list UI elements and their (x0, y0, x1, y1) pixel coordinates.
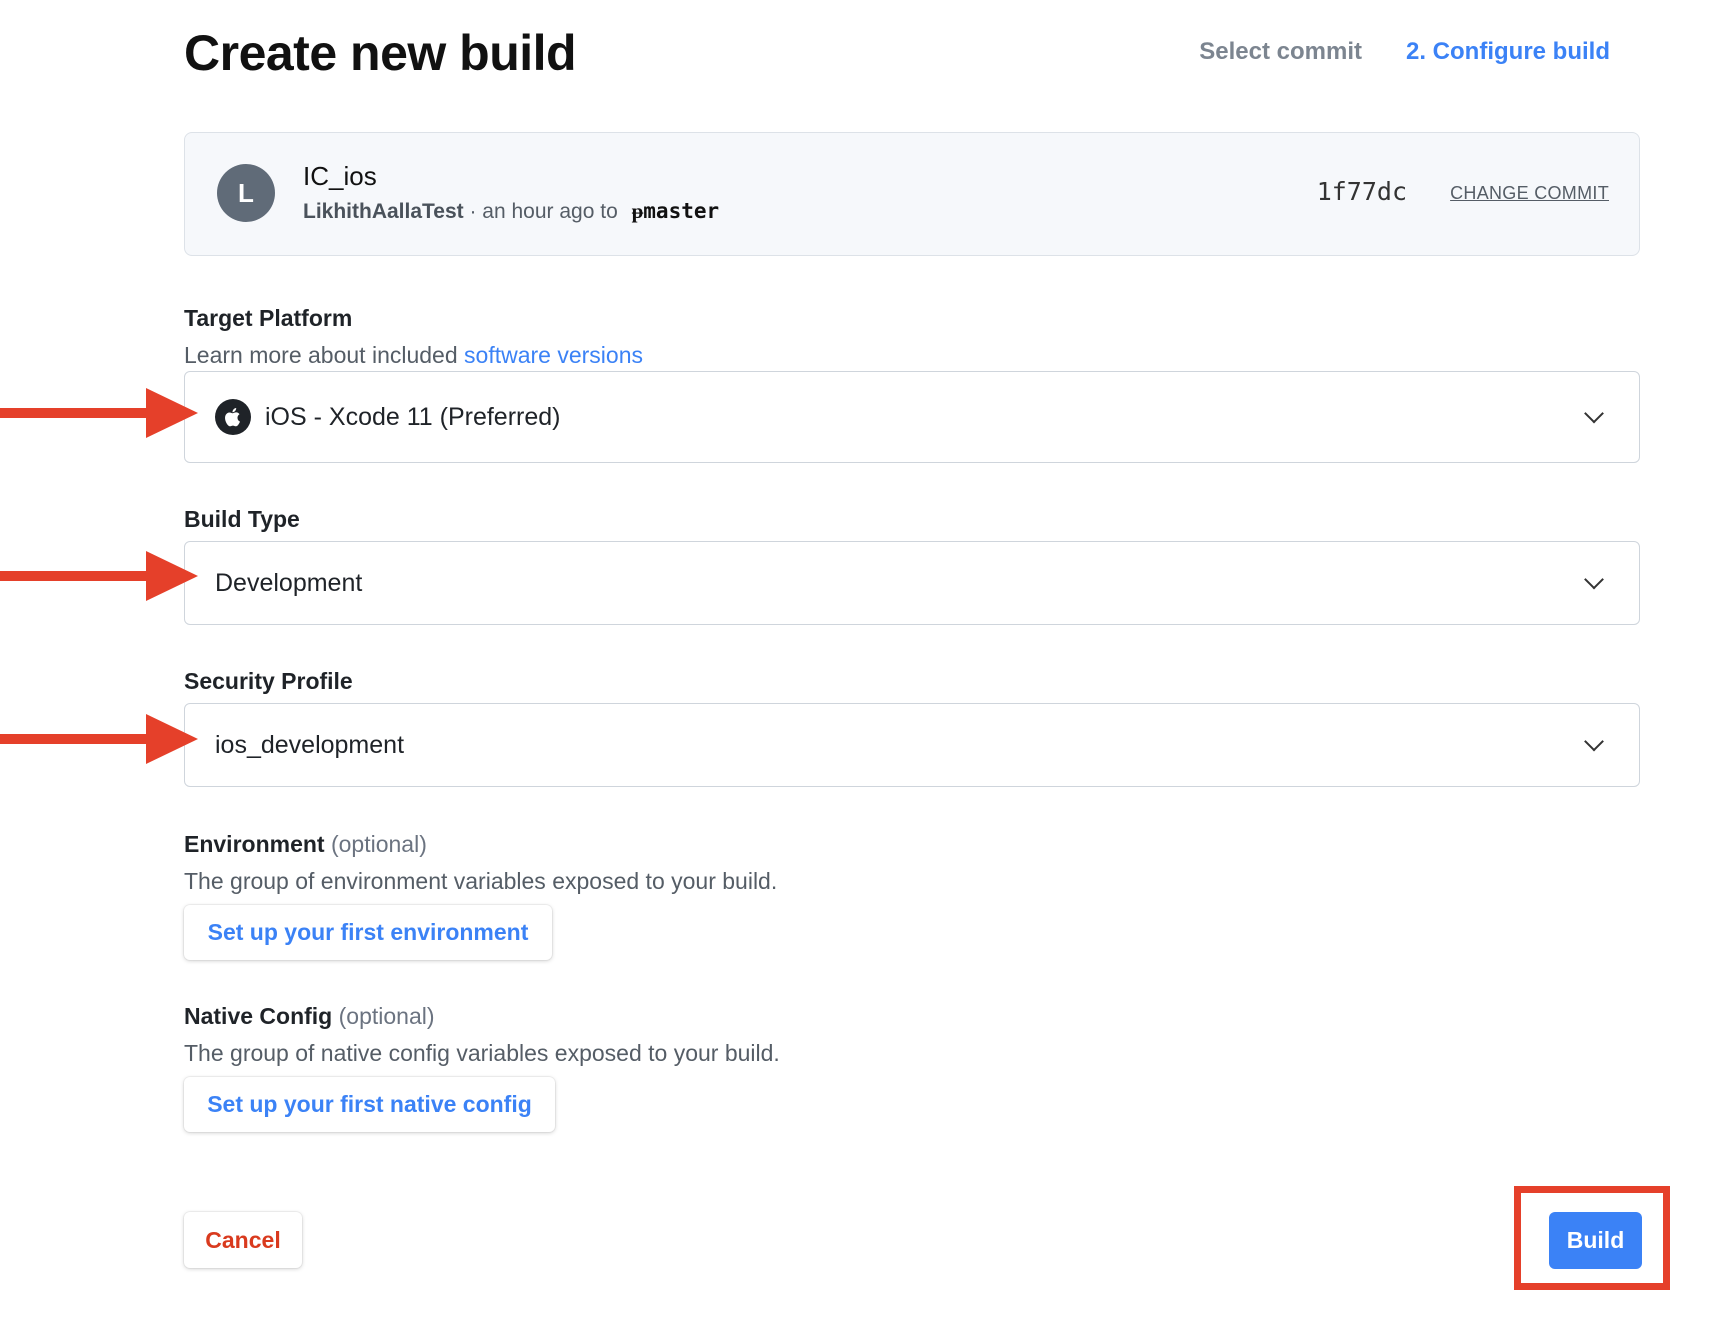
cancel-button[interactable]: Cancel (184, 1212, 302, 1268)
build-type-label: Build Type (184, 506, 300, 532)
step-configure-build[interactable]: 2. Configure build (1406, 38, 1610, 66)
commit-author: LikhithAallaTest (303, 200, 464, 223)
security-profile-select[interactable]: ios_development (184, 703, 1640, 787)
page-title: Create new build (184, 25, 577, 81)
commit-sha: 1f77dc (1316, 177, 1407, 206)
build-button[interactable]: Build (1549, 1212, 1642, 1269)
target-platform-desc: Learn more about included software versi… (184, 342, 643, 369)
setup-environment-button[interactable]: Set up your first environment (184, 905, 552, 960)
native-config-heading: Native Config (optional) (184, 1003, 435, 1030)
wizard-steps: Select commit 2. Configure build (1199, 38, 1610, 66)
commit-time: · an hour ago to (463, 200, 624, 223)
security-profile-label: Security Profile (184, 668, 353, 694)
repo-name: IC_ios (303, 161, 377, 191)
build-type-value: Development (215, 568, 363, 597)
commit-meta: LikhithAallaTest · an hour ago to ᵽ mast… (303, 199, 719, 224)
environment-optional: (optional) (324, 831, 427, 857)
native-config-desc: The group of native config variables exp… (184, 1040, 780, 1066)
software-versions-link[interactable]: software versions (464, 342, 643, 368)
annotation-arrow-icon (0, 388, 198, 438)
native-config-label: Native Config (184, 1003, 333, 1029)
apple-icon (215, 399, 251, 435)
branch-name: master (643, 199, 720, 223)
target-platform-value: iOS - Xcode 11 (Preferred) (265, 402, 561, 431)
environment-desc: The group of environment variables expos… (184, 868, 778, 894)
chevron-down-icon (1584, 569, 1604, 590)
avatar: L (217, 164, 275, 222)
chevron-down-icon (1584, 731, 1604, 752)
step-select-commit[interactable]: Select commit (1199, 38, 1362, 66)
native-config-optional: (optional) (332, 1003, 435, 1029)
target-platform-label: Target Platform (184, 305, 353, 331)
change-commit-link[interactable]: CHANGE COMMIT (1450, 183, 1609, 204)
setup-native-config-button[interactable]: Set up your first native config (184, 1077, 555, 1132)
commit-card: L IC_ios LikhithAallaTest · an hour ago … (184, 132, 1640, 256)
annotation-arrow-icon (0, 551, 198, 601)
chevron-down-icon (1584, 403, 1604, 424)
environment-heading: Environment (optional) (184, 831, 427, 858)
target-platform-select[interactable]: iOS - Xcode 11 (Preferred) (184, 371, 1640, 463)
build-type-select[interactable]: Development (184, 541, 1640, 625)
environment-label: Environment (184, 831, 325, 857)
target-platform-desc-text: Learn more about included (184, 342, 465, 368)
security-profile-value: ios_development (215, 730, 405, 759)
annotation-arrow-icon (0, 714, 198, 764)
branch-icon: ᵽ (631, 199, 644, 223)
